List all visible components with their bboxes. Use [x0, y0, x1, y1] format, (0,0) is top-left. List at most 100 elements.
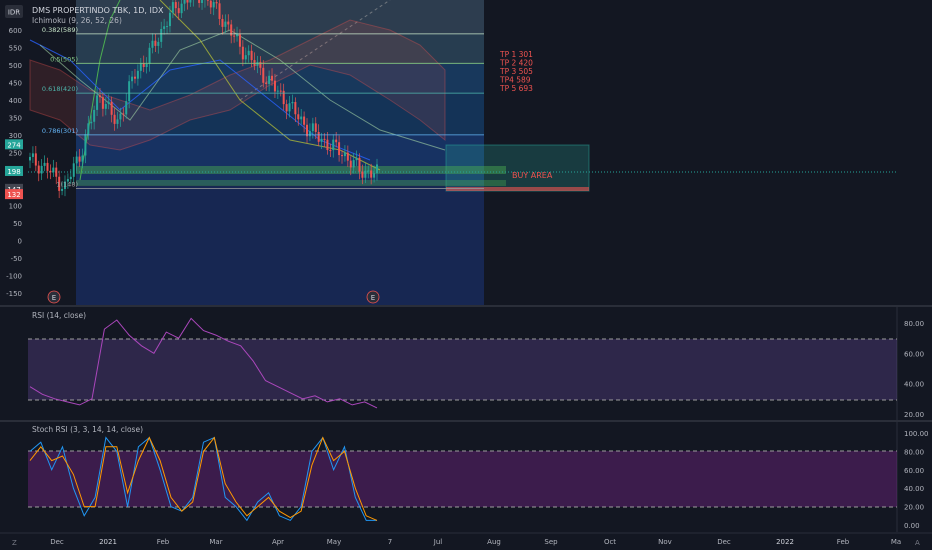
candle-body [297, 114, 300, 120]
main-pane[interactable]: 0.382(589) 0.5(505) 0.618(420) 0.786(301) 1(… [28, 0, 897, 305]
stoch-axis-label: 40.00 [904, 485, 924, 493]
candle-body [43, 162, 46, 166]
price-axis-label: -100 [6, 272, 22, 280]
candle-body [291, 101, 294, 104]
stoch-title[interactable]: Stoch RSI (3, 3, 14, 14, close) [32, 425, 143, 434]
price-axis-label: 500 [9, 62, 22, 70]
candle-body [212, 2, 215, 8]
candle-body [183, 0, 186, 4]
buy-area-green-band [76, 166, 506, 174]
price-axis-label: -50 [11, 255, 22, 263]
candle-body [273, 80, 276, 92]
candle-body [107, 101, 110, 104]
candle-body [46, 162, 49, 171]
candle-body [268, 75, 271, 84]
stoch-axis-label: 0.00 [904, 522, 920, 530]
price-axis-label: 600 [9, 27, 22, 35]
time-axis[interactable]: Dec 2021 Feb Mar Apr May 7 Jul Aug Sep Oct Nov Dec 20… [50, 538, 901, 546]
candle-body [241, 46, 244, 60]
fib-label: 0.786(301) [42, 127, 78, 135]
time-axis-label: Apr [272, 538, 284, 546]
rsi-title[interactable]: RSI (14, close) [32, 311, 86, 320]
price-axis-label: 100 [9, 202, 22, 210]
candle-body [145, 63, 148, 68]
candle-body [131, 76, 134, 82]
candle-body [376, 164, 378, 174]
price-axis-label: 0 [18, 237, 22, 245]
stoch-rsi-pane[interactable]: Stoch RSI (3, 3, 14, 14, close) 100.00 80… [28, 425, 929, 530]
time-axis-label: Mar [209, 538, 222, 546]
buy-area-green-band-2 [76, 180, 506, 186]
time-axis-label: Aug [487, 538, 501, 546]
time-axis-label: Dec [50, 538, 64, 546]
time-axis-label: Feb [837, 538, 850, 546]
candle-body [250, 50, 253, 61]
rsi-axis-label: 60.00 [904, 350, 924, 358]
candle-body [343, 152, 346, 157]
price-axis-label: 350 [9, 115, 22, 123]
candle-body [352, 160, 355, 168]
price-axis-label: 300 [9, 132, 22, 140]
price-axis-label: -150 [6, 290, 22, 298]
stoch-axis: 100.00 80.00 60.00 40.00 20.00 0.00 [904, 430, 929, 530]
corner-right-button[interactable]: A [915, 539, 920, 547]
candle-body [317, 131, 320, 142]
candle-body [90, 121, 93, 124]
candle-body [218, 3, 221, 19]
candle-body [224, 21, 227, 27]
candle-body [233, 35, 236, 37]
candle-body [122, 113, 125, 115]
candle-body [256, 61, 259, 66]
price-axis[interactable]: 600550500450400350300250200150100500-50-… [6, 27, 22, 298]
candle-body [271, 75, 274, 81]
candle-body [259, 61, 262, 68]
candle-body [206, 0, 209, 1]
candle-body [31, 153, 34, 157]
price-badge-text: 198 [7, 168, 20, 176]
candle-body [355, 157, 358, 161]
candle-body [55, 167, 58, 177]
candle-body [160, 28, 163, 42]
rsi-pane[interactable]: RSI (14, close) 80.00 60.00 40.00 20.00 [28, 311, 924, 419]
candle-body [323, 138, 326, 140]
candle-body [201, 0, 204, 3]
candle-body [247, 50, 250, 56]
time-axis-label: 7 [388, 538, 392, 546]
candle-body [364, 170, 367, 178]
candle-body [285, 104, 288, 112]
earnings-marker-1[interactable]: E [47, 290, 61, 304]
candle-body [110, 101, 113, 115]
time-axis-label: Sep [544, 538, 558, 546]
price-axis-label: 50 [13, 220, 22, 228]
rsi-axis: 80.00 60.00 40.00 20.00 [904, 320, 924, 419]
candle-body [101, 97, 104, 109]
candle-body [148, 47, 151, 64]
candle-body [119, 113, 122, 120]
candle-body [198, 0, 201, 3]
candle-body [308, 131, 311, 137]
candle-body [186, 0, 189, 3]
candle-body [34, 153, 37, 166]
corner-left-button[interactable]: Z [12, 539, 17, 547]
candle-body [96, 95, 99, 110]
indicator-title[interactable]: Ichimoku (9, 26, 52, 26) [32, 16, 122, 25]
fib-label: 0.382(589) [42, 26, 78, 34]
candle-body [332, 139, 335, 151]
candle-body [320, 138, 323, 142]
candle-body [288, 103, 291, 112]
fib-label: 0.618(420) [42, 85, 78, 93]
candle-body [367, 170, 370, 172]
candle-body [341, 155, 344, 157]
earnings-marker-2[interactable]: E [366, 290, 380, 304]
candle-body [326, 139, 329, 151]
candle-body [346, 152, 349, 161]
price-badges: 274198147132 [5, 139, 23, 200]
earnings-marker-text: E [371, 294, 375, 302]
candle-body [61, 188, 64, 191]
candle-body [311, 123, 314, 132]
candle-body [279, 90, 282, 92]
candle-body [157, 41, 160, 46]
tradingview-chart[interactable]: 0.382(589) 0.5(505) 0.618(420) 0.786(301) 1(… [0, 0, 932, 550]
price-badge-text: 274 [7, 141, 21, 149]
candle-body [349, 160, 352, 168]
